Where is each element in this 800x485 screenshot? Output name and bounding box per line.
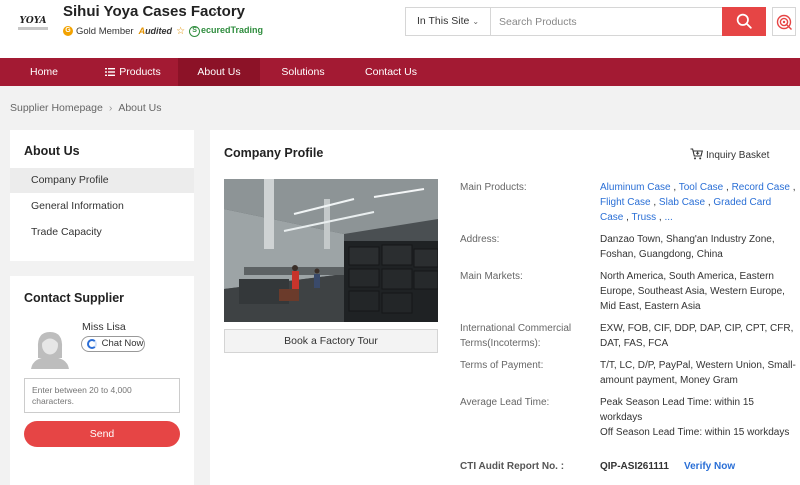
lead-time-off: Off Season Lead Time: within 15 workdays bbox=[600, 427, 790, 438]
search-button[interactable] bbox=[722, 7, 766, 36]
chevron-down-icon: ⌄ bbox=[472, 17, 480, 26]
chat-now-button[interactable]: Chat Now bbox=[81, 336, 145, 352]
contact-supplier-title: Contact Supplier bbox=[24, 291, 125, 305]
member-badges: G Gold Member Audited ☆ SecuredTrading bbox=[63, 24, 263, 38]
product-link[interactable]: Flight Case bbox=[600, 197, 651, 208]
gold-member-icon: G bbox=[63, 26, 73, 36]
main-markets-value: North America, South America, Eastern Eu… bbox=[600, 271, 785, 312]
sidebar-item-company-profile[interactable]: Company Profile bbox=[10, 168, 194, 193]
inquiry-basket-link[interactable]: Inquiry Basket bbox=[690, 148, 769, 161]
about-us-panel: About Us Company Profile General Informa… bbox=[10, 130, 194, 261]
sidebar-item-trade-capacity[interactable]: Trade Capacity bbox=[10, 220, 194, 245]
nav-products[interactable]: Products bbox=[88, 58, 178, 86]
book-factory-tour-button[interactable]: Book a Factory Tour bbox=[224, 329, 438, 353]
incoterms-label: International Commercial Terms(Incoterms… bbox=[460, 323, 572, 349]
chevron-right-icon: › bbox=[108, 102, 113, 114]
incoterms-value: EXW, FOB, CIF, DDP, DAP, CIP, CPT, CFR, … bbox=[600, 323, 794, 349]
product-link[interactable]: Aluminum Case bbox=[600, 182, 671, 193]
logo-underline bbox=[18, 27, 48, 30]
payment-terms-label: Terms of Payment: bbox=[460, 360, 544, 371]
sidebar-item-general-information[interactable]: General Information bbox=[10, 194, 194, 219]
about-us-title: About Us bbox=[24, 144, 80, 158]
star-icon: ☆ bbox=[176, 25, 186, 37]
breadcrumb-supplier-homepage[interactable]: Supplier Homepage bbox=[10, 102, 103, 114]
more-products-link[interactable]: ... bbox=[665, 212, 673, 223]
main-nav: Home Products About Us Solutions Contact… bbox=[0, 58, 800, 86]
factory-floor-image bbox=[224, 179, 438, 322]
page-title: Company Profile bbox=[224, 146, 324, 160]
lead-time-label: Average Lead Time: bbox=[460, 397, 550, 408]
address-label: Address: bbox=[460, 234, 500, 245]
breadcrumb: Supplier Homepage › About Us bbox=[10, 102, 162, 114]
company-profile-panel: Company Profile Inquiry Basket Book a Fa… bbox=[210, 130, 800, 485]
main-markets-label: Main Markets: bbox=[460, 271, 523, 282]
product-link[interactable]: Record Case bbox=[732, 182, 790, 193]
search-icon bbox=[736, 13, 752, 29]
verify-now-link[interactable]: Verify Now bbox=[684, 461, 735, 472]
product-link[interactable]: Slab Case bbox=[659, 197, 705, 208]
target-icon bbox=[776, 14, 792, 30]
inquiry-message-input[interactable] bbox=[24, 378, 180, 413]
secured-trading-badge[interactable]: SecuredTrading bbox=[189, 25, 263, 37]
nav-home[interactable]: Home bbox=[0, 58, 88, 86]
lead-time-peak: Peak Season Lead Time: within 15 workday… bbox=[600, 397, 754, 423]
product-link[interactable]: Tool Case bbox=[679, 182, 723, 193]
search-bar: In This Site ⌄ bbox=[405, 7, 766, 36]
site-header: YOYA Sihui Yoya Cases Factory ⌄ G Gold M… bbox=[0, 0, 800, 58]
nav-solutions[interactable]: Solutions bbox=[260, 58, 346, 86]
promo-button[interactable] bbox=[772, 7, 796, 36]
main-products-value: Aluminum Case , Tool Case , Record Case … bbox=[600, 182, 796, 223]
contact-name: Miss Lisa bbox=[82, 321, 126, 333]
address-value: Danzao Town, Shang'an Industry Zone, Fos… bbox=[600, 234, 775, 260]
product-link[interactable]: Truss bbox=[632, 212, 657, 223]
search-scope-select[interactable]: In This Site ⌄ bbox=[406, 8, 491, 35]
search-input[interactable] bbox=[492, 8, 722, 35]
breadcrumb-current: About Us bbox=[118, 102, 162, 114]
cti-audit-value: QIP-ASI261111 bbox=[600, 461, 669, 472]
factory-photo[interactable] bbox=[224, 179, 438, 322]
avatar bbox=[29, 328, 71, 369]
audited-badge[interactable]: Audited bbox=[139, 26, 173, 36]
cti-audit-label: CTI Audit Report No. : bbox=[460, 461, 565, 472]
menu-icon bbox=[105, 68, 116, 77]
nav-contact-us[interactable]: Contact Us bbox=[346, 58, 436, 86]
nav-about-us[interactable]: About Us bbox=[178, 58, 260, 86]
chat-icon bbox=[87, 339, 97, 349]
payment-terms-value: T/T, LC, D/P, PayPal, Western Union, Sma… bbox=[600, 360, 796, 386]
main-products-label: Main Products: bbox=[460, 182, 527, 193]
gold-member-label[interactable]: Gold Member bbox=[76, 26, 134, 37]
cart-icon bbox=[690, 148, 704, 160]
send-button[interactable]: Send bbox=[24, 421, 180, 447]
chevron-down-icon[interactable]: ⌄ bbox=[211, 6, 219, 17]
